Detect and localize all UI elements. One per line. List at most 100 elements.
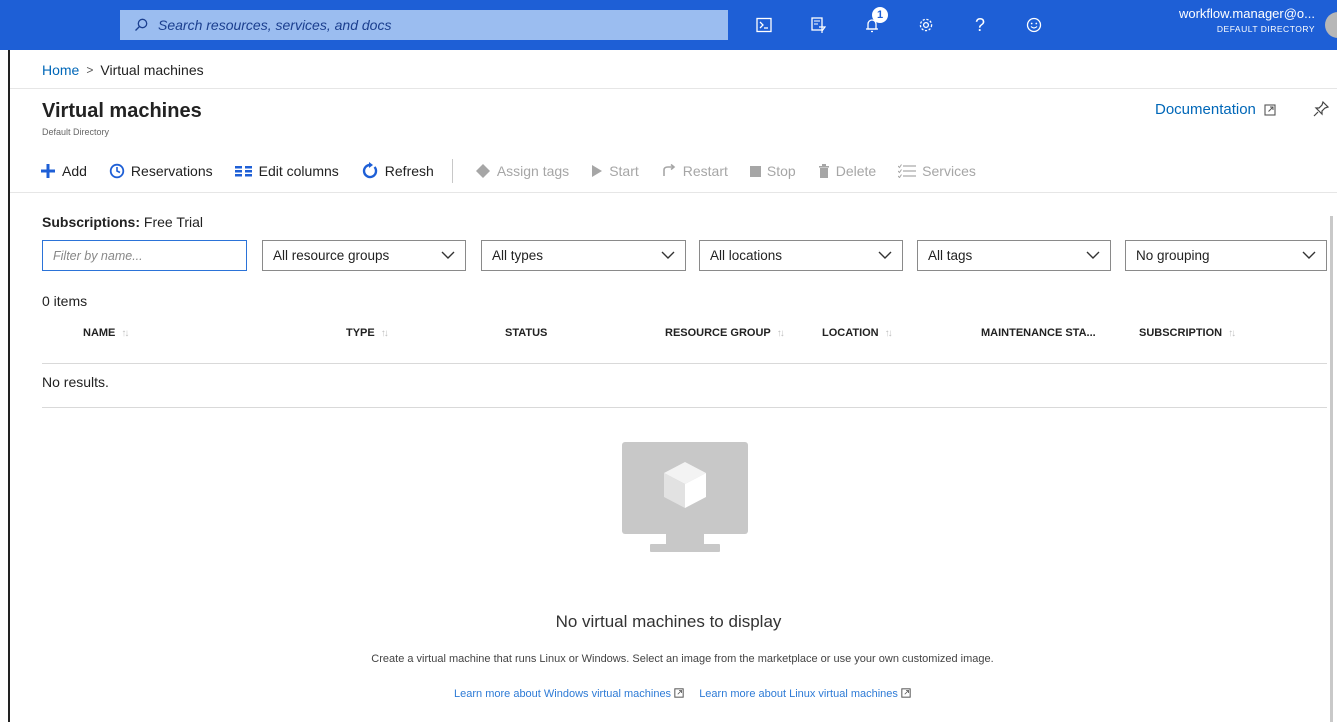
tags-value: All tags	[928, 248, 973, 263]
external-link-icon	[901, 688, 911, 698]
trash-icon	[818, 163, 829, 178]
account-menu[interactable]: workflow.manager@o... DEFAULT DIRECTORY	[1179, 6, 1315, 34]
learn-linux-vm-label: Learn more about Linux virtual machines	[699, 688, 898, 700]
divider	[10, 192, 1337, 193]
column-header-label: NAME	[83, 327, 116, 339]
feedback-icon[interactable]	[1020, 11, 1048, 39]
no-results-text: No results.	[42, 374, 109, 390]
assign-tags-label: Assign tags	[496, 163, 570, 179]
user-directory: DEFAULT DIRECTORY	[1216, 24, 1315, 34]
page-title: Virtual machines	[42, 100, 202, 122]
assign-tags-button[interactable]: Assign tags	[475, 163, 569, 179]
edit-columns-label: Edit columns	[258, 163, 339, 179]
subscriptions-value: Free Trial	[143, 214, 204, 230]
column-header-label: RESOURCE GROUP	[665, 327, 771, 339]
refresh-label: Refresh	[384, 163, 434, 179]
settings-icon[interactable]	[912, 11, 940, 39]
column-header-label: MAINTENANCE STA...	[981, 327, 1096, 339]
add-button[interactable]: Add	[40, 163, 87, 179]
column-header-type[interactable]: TYPE ↑↓	[346, 327, 389, 339]
breadcrumb-current: Virtual machines	[100, 62, 204, 78]
column-header-label: SUBSCRIPTION	[1139, 327, 1223, 339]
tag-icon	[475, 164, 490, 178]
grouping-dropdown[interactable]: No grouping	[1125, 240, 1327, 271]
grouping-value: No grouping	[1136, 248, 1210, 263]
column-header-label: LOCATION	[822, 327, 879, 339]
page-subtitle: Default Directory	[42, 127, 110, 137]
delete-button[interactable]: Delete	[818, 163, 876, 179]
help-icon[interactable]: ?	[966, 11, 994, 39]
chevron-down-icon	[1302, 251, 1316, 259]
subscriptions-label: Subscriptions:	[42, 214, 141, 230]
play-icon	[592, 165, 603, 177]
edit-columns-button[interactable]: Edit columns	[234, 163, 339, 179]
column-header-label: TYPE	[346, 327, 375, 339]
chevron-down-icon	[1086, 251, 1100, 259]
empty-state-description: Create a virtual machine that runs Linux…	[371, 653, 994, 665]
learn-linux-vm-link[interactable]: Learn more about Linux virtual machines	[699, 688, 911, 700]
toolbar-separator	[451, 159, 453, 183]
global-search-input[interactable]: Search resources, services, and docs	[120, 10, 728, 40]
stop-icon	[749, 165, 761, 177]
sort-icon: ↑↓	[884, 327, 893, 339]
table-header-divider	[42, 363, 1327, 364]
tags-dropdown[interactable]: All tags	[917, 240, 1111, 271]
cloud-shell-icon[interactable]	[750, 11, 778, 39]
types-value: All types	[492, 248, 544, 263]
learn-windows-vm-link[interactable]: Learn more about Windows virtual machine…	[454, 688, 684, 700]
reservations-button[interactable]: Reservations	[109, 163, 213, 179]
chevron-down-icon	[878, 251, 892, 259]
reservations-label: Reservations	[130, 163, 213, 179]
search-icon	[135, 18, 148, 31]
services-label: Services	[922, 163, 976, 179]
start-button[interactable]: Start	[591, 163, 639, 179]
empty-state-links: Learn more about Windows virtual machine…	[0, 688, 1337, 700]
column-header-maintenance-status[interactable]: MAINTENANCE STA...	[981, 327, 1096, 339]
user-email: workflow.manager@o...	[1178, 6, 1315, 21]
stop-button[interactable]: Stop	[749, 163, 796, 179]
start-label: Start	[609, 163, 639, 179]
delete-label: Delete	[835, 163, 877, 179]
locations-value: All locations	[710, 248, 783, 263]
search-placeholder: Search resources, services, and docs	[158, 17, 392, 33]
breadcrumb-home-link[interactable]: Home	[42, 62, 79, 78]
avatar[interactable]	[1325, 12, 1337, 38]
restart-button[interactable]: Restart	[661, 163, 728, 179]
pin-icon[interactable]	[1312, 100, 1330, 118]
scrollbar[interactable]	[1330, 216, 1333, 722]
command-bar: Add Reservations Edit columns Refresh As…	[40, 159, 998, 183]
top-bar: Search resources, services, and docs 1 ?…	[0, 0, 1337, 50]
services-button[interactable]: Services	[898, 163, 976, 179]
column-header-status[interactable]: STATUS	[505, 327, 547, 339]
documentation-label: Documentation	[1155, 101, 1256, 118]
restart-label: Restart	[682, 163, 728, 179]
breadcrumb: Home > Virtual machines	[42, 62, 204, 78]
resource-groups-dropdown[interactable]: All resource groups	[262, 240, 466, 271]
divider	[10, 88, 1337, 89]
column-header-label: STATUS	[505, 327, 548, 339]
notifications-icon[interactable]: 1	[858, 7, 888, 39]
column-header-resource-group[interactable]: RESOURCE GROUP ↑↓	[665, 327, 785, 339]
locations-dropdown[interactable]: All locations	[699, 240, 903, 271]
virtual-machine-icon	[622, 442, 748, 552]
column-header-subscription[interactable]: SUBSCRIPTION ↑↓	[1139, 327, 1236, 339]
documentation-link[interactable]: Documentation	[1155, 101, 1276, 118]
subscriptions-filter[interactable]: Subscriptions: Free Trial	[42, 214, 203, 230]
refresh-icon	[362, 162, 377, 179]
column-header-location[interactable]: LOCATION ↑↓	[822, 327, 893, 339]
item-count: 0 items	[42, 293, 88, 309]
sort-icon: ↑↓	[121, 327, 129, 339]
directory-filter-icon[interactable]	[804, 11, 832, 39]
refresh-button[interactable]: Refresh	[361, 162, 434, 180]
sort-icon: ↑↓	[380, 327, 389, 339]
filter-by-name-input[interactable]: Filter by name...	[42, 240, 247, 271]
sort-icon: ↑↓	[1228, 327, 1236, 339]
resource-groups-value: All resource groups	[273, 248, 390, 263]
table-divider	[42, 407, 1327, 408]
column-header-name[interactable]: NAME ↑↓	[83, 327, 129, 339]
plus-icon	[41, 164, 55, 178]
empty-state-message: No virtual machines to display	[555, 612, 782, 631]
sort-icon: ↑↓	[776, 327, 785, 339]
types-dropdown[interactable]: All types	[481, 240, 686, 271]
external-link-icon	[1264, 103, 1276, 116]
